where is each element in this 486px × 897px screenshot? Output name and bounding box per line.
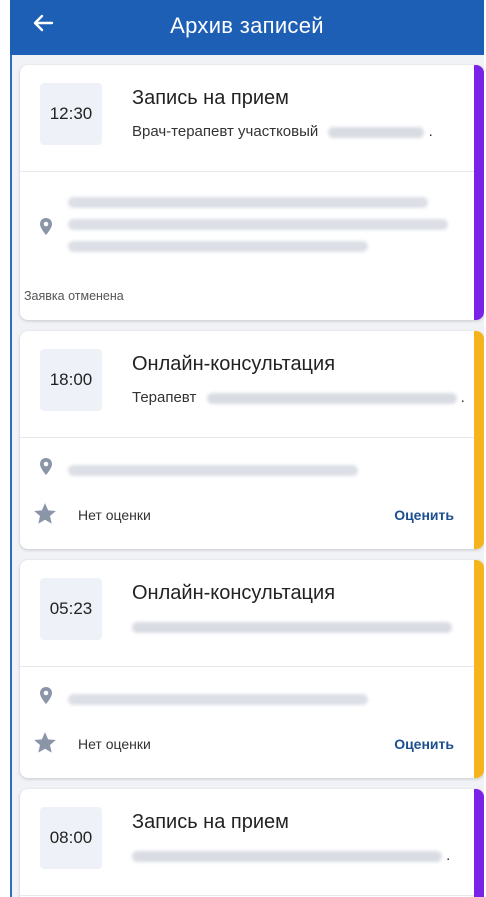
star-icon [34, 732, 56, 753]
screen: Архив записей 12:30 Запись на прием Врач… [10, 0, 484, 897]
star-icon [34, 503, 56, 524]
location-pin-icon [40, 687, 52, 704]
redacted-doctor-name [328, 126, 425, 138]
record-card[interactable]: 08:00 Запись на прием . [20, 789, 484, 897]
record-subtitle: Врач-терапевт участковый . [132, 123, 433, 140]
status-accent-bar [474, 560, 484, 778]
record-card[interactable]: 18:00 Онлайн-консультация Терапевт . Нет… [20, 331, 484, 549]
record-time: 12:30 [40, 83, 102, 145]
ellipsis: . [428, 123, 433, 140]
status-accent-bar [474, 331, 484, 549]
redacted-doctor-name [206, 392, 457, 404]
ellipsis: . [446, 847, 451, 864]
location-pin-icon [40, 218, 52, 235]
record-title: Онлайн-консультация [132, 353, 336, 375]
record-header: 12:30 Запись на прием Врач-терапевт учас… [20, 65, 474, 172]
rate-button[interactable]: Оценить [394, 736, 454, 752]
page-title: Архив записей [170, 13, 324, 38]
ellipsis: . [460, 389, 465, 406]
record-header: 05:23 Онлайн-консультация [20, 560, 474, 667]
record-time: 08:00 [40, 807, 102, 869]
record-title: Запись на прием [132, 87, 289, 109]
app-bar: Архив записей [10, 0, 484, 55]
record-header: 08:00 Запись на прием . [20, 789, 474, 896]
record-time: 18:00 [40, 349, 102, 411]
redacted-address [68, 465, 462, 487]
record-time: 05:23 [40, 578, 102, 640]
redacted-address [68, 694, 462, 716]
doctor-specialty: Терапевт [132, 389, 197, 406]
record-subtitle: Терапевт . [132, 389, 465, 406]
rating-status: Нет оценки [78, 736, 151, 752]
redacted-address [68, 197, 462, 263]
status-accent-bar [474, 789, 484, 897]
rating-status: Нет оценки [78, 507, 151, 523]
record-card[interactable]: 05:23 Онлайн-консультация Нет оценки Оце… [20, 560, 484, 778]
record-header: 18:00 Онлайн-консультация Терапевт . [20, 331, 474, 438]
record-card[interactable]: 12:30 Запись на прием Врач-терапевт учас… [20, 65, 484, 320]
status-cancelled: Заявка отменена [24, 289, 124, 303]
rate-button[interactable]: Оценить [394, 507, 454, 523]
record-subtitle [132, 618, 452, 635]
redacted-doctor-name [132, 850, 442, 862]
doctor-specialty: Врач-терапевт участковый [132, 123, 319, 140]
redacted-doctor-name [132, 621, 452, 633]
record-title: Онлайн-консультация [132, 582, 336, 604]
record-subtitle: . [132, 847, 450, 864]
record-title: Запись на прием [132, 811, 289, 833]
status-accent-bar [474, 65, 484, 320]
location-pin-icon [40, 458, 52, 475]
